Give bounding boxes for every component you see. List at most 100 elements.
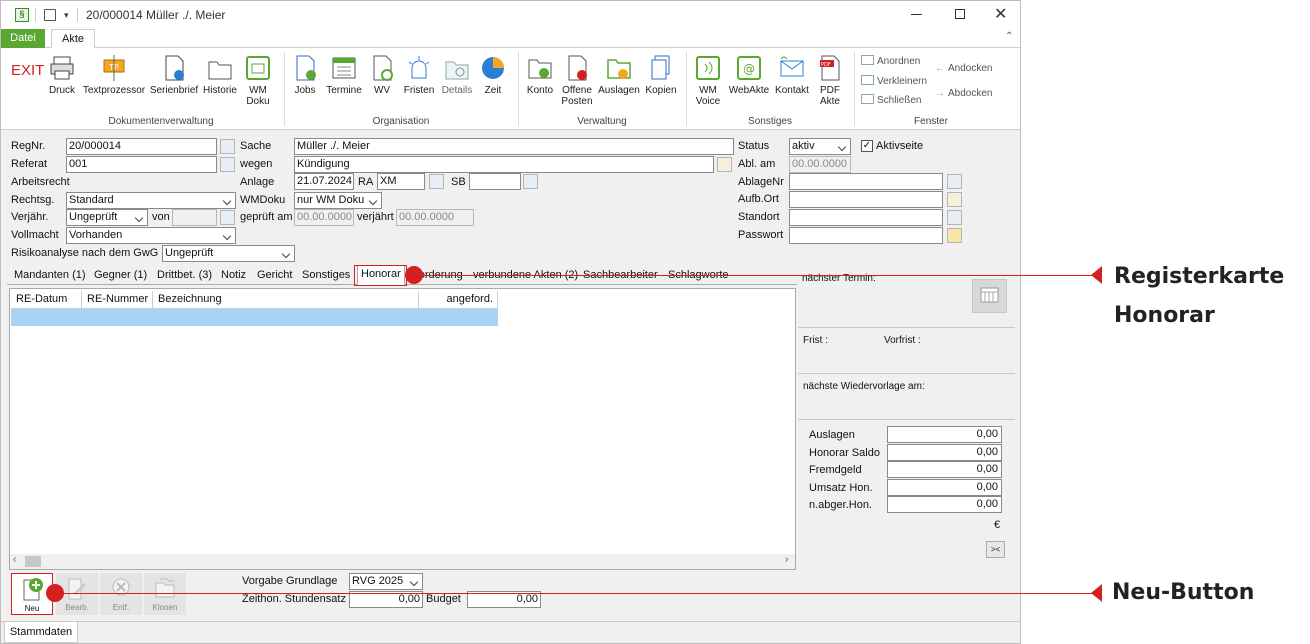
- fristen-button[interactable]: Fristen: [402, 54, 436, 96]
- schliessen-button[interactable]: Schließen: [861, 94, 921, 106]
- save-icon[interactable]: [44, 9, 56, 21]
- table-row[interactable]: [11, 309, 498, 326]
- auslagen-button[interactable]: Auslagen: [598, 54, 640, 96]
- verjaehr-select[interactable]: Ungeprüft: [66, 209, 148, 226]
- scroll-right-icon[interactable]: ›: [785, 554, 788, 565]
- von-search-icon[interactable]: [220, 210, 235, 225]
- wm-doku-button[interactable]: WM Doku: [243, 54, 273, 107]
- klonen-button[interactable]: Klonen: [144, 573, 186, 615]
- historie-button[interactable]: Historie: [201, 54, 239, 96]
- standort-search-icon[interactable]: [947, 210, 962, 225]
- calendar-button[interactable]: [972, 279, 1007, 313]
- aufbort-edit-icon[interactable]: [947, 192, 962, 207]
- col-re-nummer[interactable]: RE-Nummer: [82, 291, 153, 308]
- lock-icon[interactable]: [947, 228, 962, 243]
- exit-button[interactable]: EXIT: [11, 62, 44, 79]
- details-button[interactable]: Details: [440, 54, 474, 96]
- textprozessor-button[interactable]: TPTextprozessor: [82, 54, 146, 96]
- horizontal-scrollbar[interactable]: [10, 554, 795, 569]
- app-logo-icon: §: [15, 8, 29, 22]
- druck-button[interactable]: Druck: [47, 54, 77, 96]
- tab-sonstiges[interactable]: Sonstiges: [299, 267, 353, 284]
- tab-stammdaten[interactable]: Stammdaten: [4, 622, 78, 643]
- wegen-field[interactable]: Kündigung: [294, 156, 714, 173]
- col-bezeichnung[interactable]: Bezeichnung: [153, 291, 419, 308]
- offene-posten-button[interactable]: Offene Posten: [559, 54, 595, 107]
- ablagenr-add-icon[interactable]: [947, 174, 962, 189]
- scroll-thumb[interactable]: [25, 556, 41, 567]
- kopien-button[interactable]: Kopien: [644, 54, 678, 96]
- tab-datei[interactable]: Datei: [1, 29, 45, 48]
- quick-access-dropdown-icon[interactable]: ▾: [64, 10, 69, 21]
- regnr-search-icon[interactable]: [220, 139, 235, 154]
- dock-arrow-icon: ←: [935, 63, 945, 74]
- serienbrief-button[interactable]: Serienbrief: [148, 54, 200, 96]
- risiko-select[interactable]: Ungeprüft: [162, 245, 295, 262]
- tab-akte[interactable]: Akte: [51, 29, 95, 49]
- verjaehrt-field[interactable]: 00.00.0000: [396, 209, 474, 226]
- aufbort-field[interactable]: [789, 191, 943, 208]
- referat-search-icon[interactable]: [220, 157, 235, 172]
- col-re-datum[interactable]: RE-Datum: [11, 291, 82, 308]
- pdf-akte-button[interactable]: PDF PDF Akte: [816, 54, 844, 107]
- ablagenr-field[interactable]: [789, 173, 943, 190]
- zeit-button[interactable]: Zeit: [479, 54, 507, 96]
- shrink-icon: [861, 75, 874, 85]
- geprueft-field[interactable]: 00.00.0000: [294, 209, 354, 226]
- collapse-panel-button[interactable]: ><: [986, 541, 1005, 558]
- abdocken-button[interactable]: → Abdocken: [935, 88, 992, 99]
- app-window: § ▾ 20/000014 Müller ./. Meier ✕ Datei A…: [0, 0, 1021, 644]
- vollmacht-select[interactable]: Vorhanden: [66, 227, 236, 244]
- termine-button[interactable]: Termine: [324, 54, 364, 96]
- verkleinern-button[interactable]: Verkleinern: [861, 75, 927, 87]
- scroll-left-icon[interactable]: ‹: [13, 554, 16, 565]
- col-angeford[interactable]: angeford.: [419, 291, 498, 308]
- sum-label-honorar-saldo: Honorar Saldo: [809, 447, 880, 459]
- vorgabe-select[interactable]: RVG 2025: [349, 573, 423, 590]
- envelope-icon: [780, 56, 804, 77]
- webakte-button[interactable]: @ WebAkte: [727, 54, 771, 96]
- sache-field[interactable]: Müller ./. Meier: [294, 138, 734, 155]
- callout-registerkarte: Registerkarte: [1114, 264, 1285, 289]
- rechtsg-select[interactable]: Standard: [66, 192, 236, 209]
- tab-gericht[interactable]: Gericht: [254, 267, 295, 284]
- callout-neu-button: Neu-Button: [1112, 580, 1255, 605]
- tab-gegner[interactable]: Gegner (1): [91, 267, 150, 284]
- aktivseite-checkbox[interactable]: ✓: [861, 140, 873, 152]
- regnr-field[interactable]: 20/000014: [66, 138, 217, 155]
- ribbon-collapse-icon[interactable]: ⌃: [1005, 31, 1013, 42]
- tab-drittbet[interactable]: Drittbet. (3): [154, 267, 215, 284]
- sb-search-icon[interactable]: [523, 174, 538, 189]
- svg-text:@: @: [743, 62, 755, 76]
- clone-icon: [155, 578, 175, 598]
- konto-button[interactable]: Konto: [524, 54, 556, 96]
- tab-notiz[interactable]: Notiz: [218, 267, 249, 284]
- ra-field[interactable]: XM: [377, 173, 425, 190]
- geprueft-label: geprüft am: [240, 211, 293, 223]
- standort-field[interactable]: [789, 209, 943, 226]
- maximize-button[interactable]: [955, 9, 965, 19]
- anordnen-button[interactable]: Anordnen: [861, 55, 920, 67]
- entf-button[interactable]: Entf.: [100, 573, 142, 615]
- tab-mandanten[interactable]: Mandanten (1): [11, 267, 89, 284]
- jobs-button[interactable]: Jobs: [291, 54, 319, 96]
- sb-field[interactable]: [469, 173, 521, 190]
- referat-field[interactable]: 001: [66, 156, 217, 173]
- frist-label: Frist :: [803, 335, 828, 346]
- wmdoku-select[interactable]: nur WM Doku: [294, 192, 382, 209]
- ribbon: EXIT Druck TPTextprozessor Serienbrief H…: [1, 48, 1020, 130]
- minimize-button[interactable]: [911, 14, 922, 15]
- kontakt-button[interactable]: Kontakt: [773, 54, 811, 96]
- andocken-button[interactable]: ← Andocken: [935, 63, 992, 74]
- status-select[interactable]: aktiv: [789, 138, 851, 155]
- passwort-field[interactable]: [789, 227, 943, 244]
- wegen-edit-icon[interactable]: [717, 157, 732, 172]
- ra-search-icon[interactable]: [429, 174, 444, 189]
- wm-voice-button[interactable]: WM Voice: [693, 54, 723, 107]
- close-button[interactable]: ✕: [994, 4, 1007, 24]
- window-title: 20/000014 Müller ./. Meier: [86, 8, 226, 22]
- von-field[interactable]: [172, 209, 217, 226]
- wv-button[interactable]: WV: [369, 54, 395, 96]
- anlage-field[interactable]: 21.07.2024: [294, 173, 354, 190]
- ablam-field[interactable]: 00.00.0000: [789, 156, 851, 173]
